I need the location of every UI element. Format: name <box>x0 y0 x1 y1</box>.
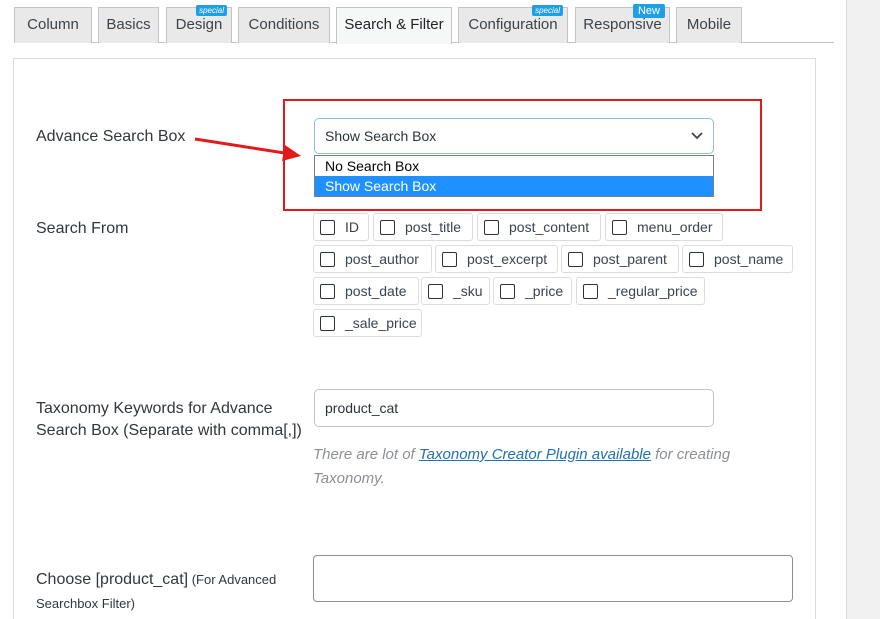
checkbox-post-parent[interactable]: post_parent <box>561 245 679 273</box>
checkbox-icon[interactable] <box>612 220 627 235</box>
checkbox-post-name[interactable]: post_name <box>682 245 793 273</box>
checkbox-icon[interactable] <box>428 284 443 299</box>
checkbox-post-content[interactable]: post_content <box>477 213 601 241</box>
checkbox-price[interactable]: _price <box>493 277 572 305</box>
choose-product-cat-label: Choose [product_cat] (For Advanced <box>36 571 277 588</box>
tab-mobile[interactable]: Mobile <box>676 7 742 43</box>
product-cat-filter-input[interactable] <box>313 555 793 602</box>
tab-responsive[interactable]: Responsive New <box>575 4 670 43</box>
checkbox-icon[interactable] <box>320 252 335 267</box>
checkbox-icon[interactable] <box>442 252 457 267</box>
checkbox-icon[interactable] <box>484 220 499 235</box>
checkbox-icon[interactable] <box>583 284 598 299</box>
checkbox-post-title[interactable]: post_title <box>373 213 473 241</box>
checkbox-icon[interactable] <box>320 220 335 235</box>
checkbox-id[interactable]: ID <box>313 213 369 241</box>
checkbox-sale-price[interactable]: _sale_price <box>313 309 422 337</box>
search-from-label: Search From <box>36 220 129 237</box>
checkbox-icon[interactable] <box>320 284 335 299</box>
taxonomy-keywords-input[interactable]: product_cat <box>314 389 714 427</box>
scrollbar-area[interactable] <box>846 0 880 619</box>
checkbox-icon[interactable] <box>380 220 395 235</box>
checkbox-post-date[interactable]: post_date <box>313 277 419 305</box>
new-badge: New <box>632 4 665 18</box>
taxonomy-label-line2: Search Box (Separate with comma[,]) <box>36 422 302 439</box>
tab-column[interactable]: Column <box>14 7 92 43</box>
highlight-box <box>283 99 762 211</box>
advance-search-label: Advance Search Box <box>36 128 186 145</box>
checkbox-post-author[interactable]: post_author <box>313 245 432 273</box>
checkbox-icon[interactable] <box>568 252 583 267</box>
checkbox-icon[interactable] <box>689 252 704 267</box>
checkbox-regular-price[interactable]: _regular_price <box>576 277 705 305</box>
choose-product-cat-label-line2: Searchbox Filter) <box>36 596 135 611</box>
checkbox-icon[interactable] <box>500 284 515 299</box>
tab-basics[interactable]: Basics <box>98 7 159 43</box>
checkbox-menu-order[interactable]: menu_order <box>605 213 723 241</box>
taxonomy-creator-link[interactable]: Taxonomy Creator Plugin available <box>419 446 651 463</box>
tab-configuration[interactable]: Configuration special <box>458 5 568 43</box>
tab-design[interactable]: Design special <box>166 5 232 43</box>
taxonomy-label-line1: Taxonomy Keywords for Advance <box>36 400 273 417</box>
special-badge: special <box>532 5 563 16</box>
taxonomy-help-text: There are lot of Taxonomy Creator Plugin… <box>313 446 731 487</box>
checkbox-post-excerpt[interactable]: post_excerpt <box>435 245 558 273</box>
tab-search-filter[interactable]: Search & Filter <box>336 7 452 44</box>
tab-conditions[interactable]: Conditions <box>238 7 330 43</box>
special-badge: special <box>196 5 227 16</box>
checkbox-sku[interactable]: _sku <box>421 277 490 305</box>
checkbox-icon[interactable] <box>320 316 335 331</box>
